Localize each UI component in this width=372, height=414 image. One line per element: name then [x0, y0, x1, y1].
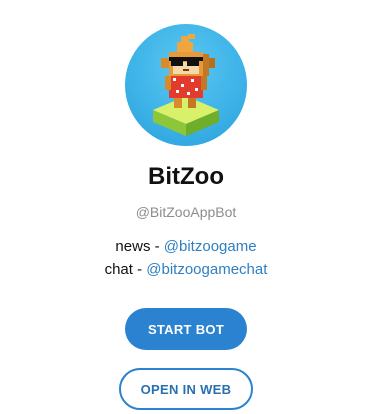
- bot-avatar: [125, 24, 247, 146]
- news-channel-link[interactable]: @bitzoogame: [164, 238, 257, 255]
- open-in-web-button[interactable]: OPEN IN WEB: [119, 368, 253, 410]
- bot-username: @BitZooAppBot: [135, 204, 237, 220]
- start-bot-button[interactable]: START BOT: [125, 308, 247, 350]
- chat-line: chat - @bitzoogamechat: [105, 258, 268, 281]
- bot-name: BitZoo: [148, 163, 224, 190]
- voxel-monkey-icon: [153, 34, 219, 136]
- news-prefix: news -: [115, 238, 164, 255]
- chat-group-link[interactable]: @bitzoogamechat: [146, 261, 267, 278]
- bot-profile-card: BitZoo @BitZooAppBot news - @bitzoogame …: [0, 0, 372, 414]
- news-line: news - @bitzoogame: [105, 235, 268, 258]
- chat-prefix: chat -: [104, 261, 147, 278]
- bot-description: news - @bitzoogame chat - @bitzoogamecha…: [105, 235, 268, 281]
